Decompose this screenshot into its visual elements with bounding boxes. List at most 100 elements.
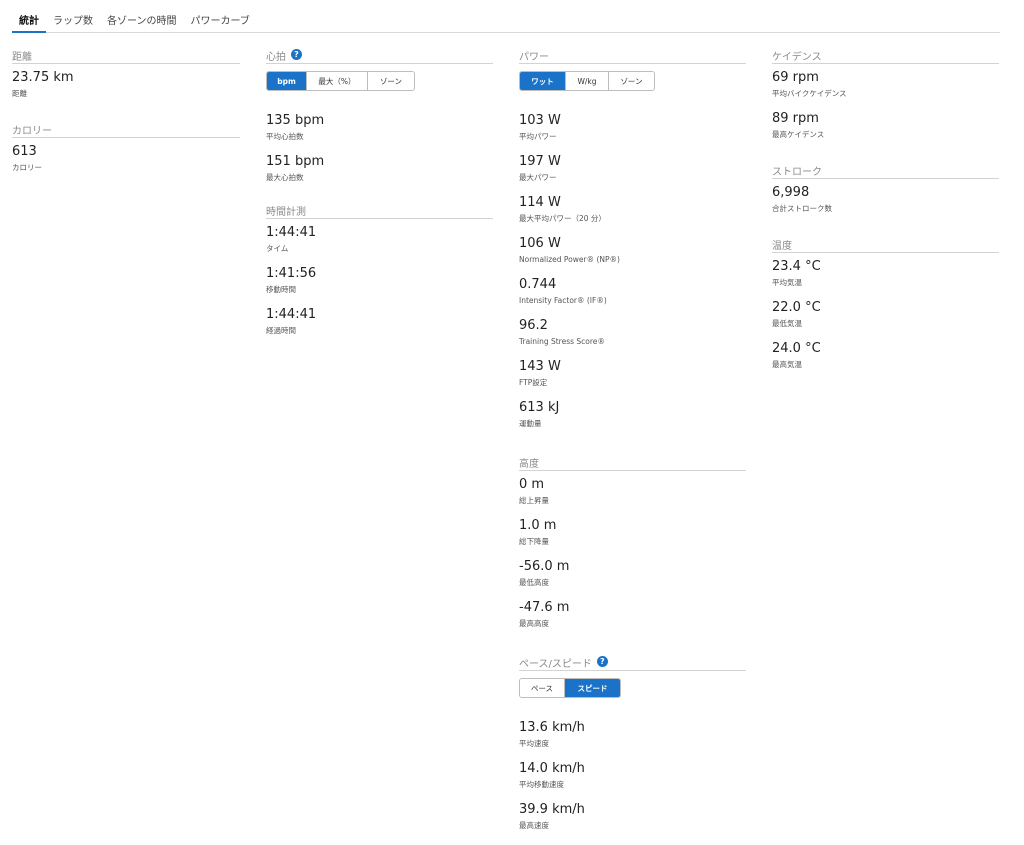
heart-rate-unit-toggle: bpm 最大（%） ゾーン bbox=[266, 71, 415, 91]
elapsed-time-value: 1:44:41 bbox=[266, 307, 317, 322]
question-circle-icon[interactable]: ? bbox=[596, 656, 608, 667]
elevation-title-text: 高度 bbox=[519, 459, 539, 470]
power-title-text: パワー bbox=[519, 52, 549, 63]
stroke-section: ストローク 6,998 合計ストローク数 bbox=[772, 161, 999, 214]
power-stats: 103 W 平均パワー 197 W 最大パワー 114 W 最大平均パワー（20 分）… bbox=[519, 113, 746, 429]
power-title: パワー bbox=[519, 46, 746, 64]
pace-speed-title-text: ペース/スピード bbox=[519, 659, 592, 670]
stat-label: 最低高度 bbox=[519, 578, 549, 587]
stroke-label: 合計ストローク数 bbox=[772, 204, 832, 213]
pace-speed-title: ペース/スピード ? bbox=[519, 653, 746, 671]
time-label: タイム bbox=[266, 244, 289, 253]
speed-button[interactable]: スピード bbox=[565, 679, 620, 697]
stat-value: 1.0 m bbox=[519, 518, 557, 533]
speed-stat: 39.9 km/h 最高速度 bbox=[519, 802, 746, 831]
power-watt-button[interactable]: ワット bbox=[520, 72, 566, 90]
heart-rate-title: 心拍 ? bbox=[266, 46, 493, 64]
stat-value: 0 m bbox=[519, 477, 545, 492]
hr-max-percent-button[interactable]: 最大（%） bbox=[307, 72, 368, 90]
avg-cadence-stat: 69 rpm 平均バイクケイデンス bbox=[772, 70, 999, 99]
power-stat: 96.2 Training Stress Score® bbox=[519, 318, 746, 347]
stat-label: 最高高度 bbox=[519, 619, 549, 628]
power-stat: 0.744 Intensity Factor® (IF®) bbox=[519, 277, 746, 306]
time-stat: 1:44:41 タイム bbox=[266, 225, 493, 254]
stat-label: 運動量 bbox=[519, 419, 542, 428]
max-heart-rate-value: 151 bpm bbox=[266, 154, 325, 169]
max-cadence-stat: 89 rpm 最高ケイデンス bbox=[772, 111, 999, 140]
temperature-title-text: 温度 bbox=[772, 241, 792, 252]
avg-heart-rate-label: 平均心拍数 bbox=[266, 132, 304, 141]
elevation-section: 高度 0 m 総上昇量 1.0 m 総下降量 -56.0 m 最低高度 -47.6 m… bbox=[519, 453, 746, 629]
stroke-value: 6,998 bbox=[772, 185, 810, 200]
tab-stats[interactable]: 統計 bbox=[12, 0, 46, 33]
stat-value: 114 W bbox=[519, 195, 561, 210]
pace-button[interactable]: ペース bbox=[520, 679, 565, 697]
avg-temperature-value: 23.4 °C bbox=[772, 259, 821, 274]
cadence-section: ケイデンス 69 rpm 平均バイクケイデンス 89 rpm 最高ケイデンス bbox=[772, 46, 999, 140]
timing-title-text: 時間計測 bbox=[266, 207, 306, 218]
stroke-stat: 6,998 合計ストローク数 bbox=[772, 185, 999, 214]
temperature-title: 温度 bbox=[772, 235, 999, 253]
calories-value: 613 bbox=[12, 144, 37, 159]
stat-label: 総下降量 bbox=[519, 537, 549, 546]
avg-cadence-value: 69 rpm bbox=[772, 70, 819, 85]
cadence-title-text: ケイデンス bbox=[772, 52, 822, 63]
elevation-stat: -56.0 m 最低高度 bbox=[519, 559, 746, 588]
stat-value: -47.6 m bbox=[519, 600, 570, 615]
stat-label: 平均パワー bbox=[519, 132, 557, 141]
tab-bar: 統計 ラップ数 各ゾーンの時間 パワーカーブ bbox=[12, 0, 1000, 33]
tab-laps[interactable]: ラップ数 bbox=[46, 0, 100, 33]
power-unit-toggle: ワット W/kg ゾーン bbox=[519, 71, 655, 91]
cadence-title: ケイデンス bbox=[772, 46, 999, 64]
distance-value: 23.75 km bbox=[12, 70, 74, 85]
avg-temperature-stat: 23.4 °C 平均気温 bbox=[772, 259, 999, 288]
power-stat: 613 kJ 運動量 bbox=[519, 400, 746, 429]
power-stat: 197 W 最大パワー bbox=[519, 154, 746, 183]
distance-title: 距離 bbox=[12, 46, 240, 64]
power-stat: 106 W Normalized Power® (NP®) bbox=[519, 236, 746, 265]
timing-title: 時間計測 bbox=[266, 201, 493, 219]
pace-speed-section: ペース/スピード ? ペース スピード 13.6 km/h 平均速度 14.0 k… bbox=[519, 653, 746, 831]
avg-heart-rate-value: 135 bpm bbox=[266, 113, 325, 128]
stat-value: -56.0 m bbox=[519, 559, 570, 574]
moving-time-value: 1:41:56 bbox=[266, 266, 317, 281]
hr-zone-button[interactable]: ゾーン bbox=[368, 72, 414, 90]
column-1: 距離 23.75 km 距離 カロリー 613 カロリー bbox=[12, 46, 240, 173]
max-temperature-value: 24.0 °C bbox=[772, 341, 821, 356]
stat-label: 総上昇量 bbox=[519, 496, 549, 505]
column-4: ケイデンス 69 rpm 平均バイクケイデンス 89 rpm 最高ケイデンス ストロ… bbox=[772, 46, 999, 370]
stat-value: 197 W bbox=[519, 154, 561, 169]
max-temperature-stat: 24.0 °C 最高気温 bbox=[772, 341, 999, 370]
moving-time-stat: 1:41:56 移動時間 bbox=[266, 266, 493, 295]
distance-section: 距離 23.75 km 距離 bbox=[12, 46, 240, 99]
power-zone-button[interactable]: ゾーン bbox=[609, 72, 654, 90]
distance-stat: 23.75 km 距離 bbox=[12, 70, 240, 99]
power-stat: 103 W 平均パワー bbox=[519, 113, 746, 142]
hr-bpm-button[interactable]: bpm bbox=[267, 72, 307, 90]
stat-label: Normalized Power® (NP®) bbox=[519, 255, 620, 264]
elevation-stat: 1.0 m 総下降量 bbox=[519, 518, 746, 547]
power-wkg-button[interactable]: W/kg bbox=[566, 72, 609, 90]
stat-value: 39.9 km/h bbox=[519, 802, 585, 817]
elevation-stat: 0 m 総上昇量 bbox=[519, 477, 746, 506]
stat-label: FTP設定 bbox=[519, 378, 548, 387]
power-stat: 143 W FTP設定 bbox=[519, 359, 746, 388]
question-circle-icon[interactable]: ? bbox=[291, 49, 302, 60]
elapsed-time-label: 経過時間 bbox=[266, 326, 296, 335]
elapsed-time-stat: 1:44:41 経過時間 bbox=[266, 307, 493, 336]
tab-time-in-zones[interactable]: 各ゾーンの時間 bbox=[100, 0, 184, 33]
avg-temperature-label: 平均気温 bbox=[772, 278, 802, 287]
stat-value: 103 W bbox=[519, 113, 561, 128]
tab-power-curve[interactable]: パワーカーブ bbox=[184, 0, 257, 33]
heart-rate-section: 心拍 ? bpm 最大（%） ゾーン 135 bpm 平均心拍数 151 bpm… bbox=[266, 46, 493, 183]
distance-label: 距離 bbox=[12, 89, 27, 98]
distance-title-text: 距離 bbox=[12, 52, 32, 63]
elevation-stat: -47.6 m 最高高度 bbox=[519, 600, 746, 629]
stat-label: Training Stress Score® bbox=[519, 337, 605, 346]
column-2: 心拍 ? bpm 最大（%） ゾーン 135 bpm 平均心拍数 151 bpm… bbox=[266, 46, 493, 336]
stat-label: 最高速度 bbox=[519, 821, 549, 830]
temperature-section: 温度 23.4 °C 平均気温 22.0 °C 最低気温 24.0 °C 最高気温 bbox=[772, 235, 999, 370]
calories-label: カロリー bbox=[12, 163, 42, 172]
avg-heart-rate-stat: 135 bpm 平均心拍数 bbox=[266, 113, 493, 142]
pace-speed-toggle: ペース スピード bbox=[519, 678, 621, 698]
